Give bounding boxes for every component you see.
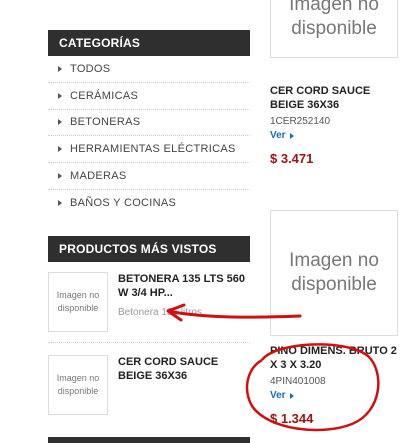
category-label: HERRAMIENTAS ELÉCTRICAS	[70, 143, 236, 156]
next-section-header	[48, 437, 250, 443]
category-item-banos-cocinas[interactable]: BAÑOS Y COCINAS	[48, 190, 250, 217]
caret-right-icon	[289, 392, 294, 399]
most-viewed-image-1[interactable]: Imagen no disponible	[48, 272, 108, 332]
image-placeholder-text: Imagen no disponible	[56, 373, 100, 396]
category-item-herramientas[interactable]: HERRAMIENTAS ELÉCTRICAS	[48, 136, 250, 164]
most-viewed-title-2[interactable]: CER CORD SAUCE BEIGE 36X36	[118, 355, 248, 383]
category-list: TODOS CERÁMICAS BETONERAS HERRAMIENTAS E…	[48, 56, 250, 217]
image-placeholder-text: Imagen no disponible	[56, 290, 100, 313]
product-image-2[interactable]: Imagen no disponible	[270, 210, 398, 336]
caret-right-icon	[58, 146, 62, 153]
category-label: BETONERAS	[70, 116, 141, 129]
most-viewed-header: PRODUCTOS MÁS VISTOS	[48, 236, 250, 262]
category-label: BAÑOS Y COCINAS	[70, 197, 177, 210]
caret-right-icon	[289, 132, 294, 139]
view-label: Ver	[270, 130, 286, 141]
most-viewed-image-2[interactable]: Imagen no disponible	[48, 355, 108, 415]
caret-right-icon	[58, 65, 62, 72]
caret-right-icon	[58, 200, 62, 207]
product-title-2[interactable]: PINO DIMENS. BRUTO 2 X 3 X 3.20	[270, 344, 400, 372]
caret-right-icon	[58, 119, 62, 126]
product-title-1[interactable]: CER CORD SAUCE BEIGE 36X36	[270, 84, 400, 112]
view-link-2[interactable]: Ver	[270, 390, 294, 401]
category-item-betoneras[interactable]: BETONERAS	[48, 110, 250, 137]
product-image-1[interactable]: Imagen no disponible	[270, 0, 398, 58]
product-code-2: 4PIN401008	[270, 376, 326, 387]
category-label: MADERAS	[70, 170, 127, 183]
view-label: Ver	[270, 390, 286, 401]
category-item-ceramicas[interactable]: CERÁMICAS	[48, 83, 250, 110]
product-price-1: $ 3.471	[270, 151, 314, 166]
category-item-todos[interactable]: TODOS	[48, 56, 250, 83]
product-code-1: 1CER252140	[270, 116, 331, 127]
image-placeholder-text: Imagen no disponible	[289, 0, 379, 39]
category-label: CERÁMICAS	[70, 89, 139, 102]
most-viewed-title-1[interactable]: BETONERA 135 LTS 560 W 3/4 HP...	[118, 272, 248, 300]
category-item-maderas[interactable]: MADERAS	[48, 163, 250, 190]
caret-right-icon	[58, 92, 62, 99]
caret-right-icon	[58, 173, 62, 180]
most-viewed-subtitle-1: Betonera 135 litros	[118, 307, 202, 318]
categories-header: CATEGORÍAS	[48, 30, 250, 56]
category-label: TODOS	[70, 62, 111, 75]
view-link-1[interactable]: Ver	[270, 130, 294, 141]
image-placeholder-text: Imagen no disponible	[289, 250, 379, 295]
product-price-2: $ 1.344	[270, 411, 314, 426]
divider	[48, 342, 250, 343]
